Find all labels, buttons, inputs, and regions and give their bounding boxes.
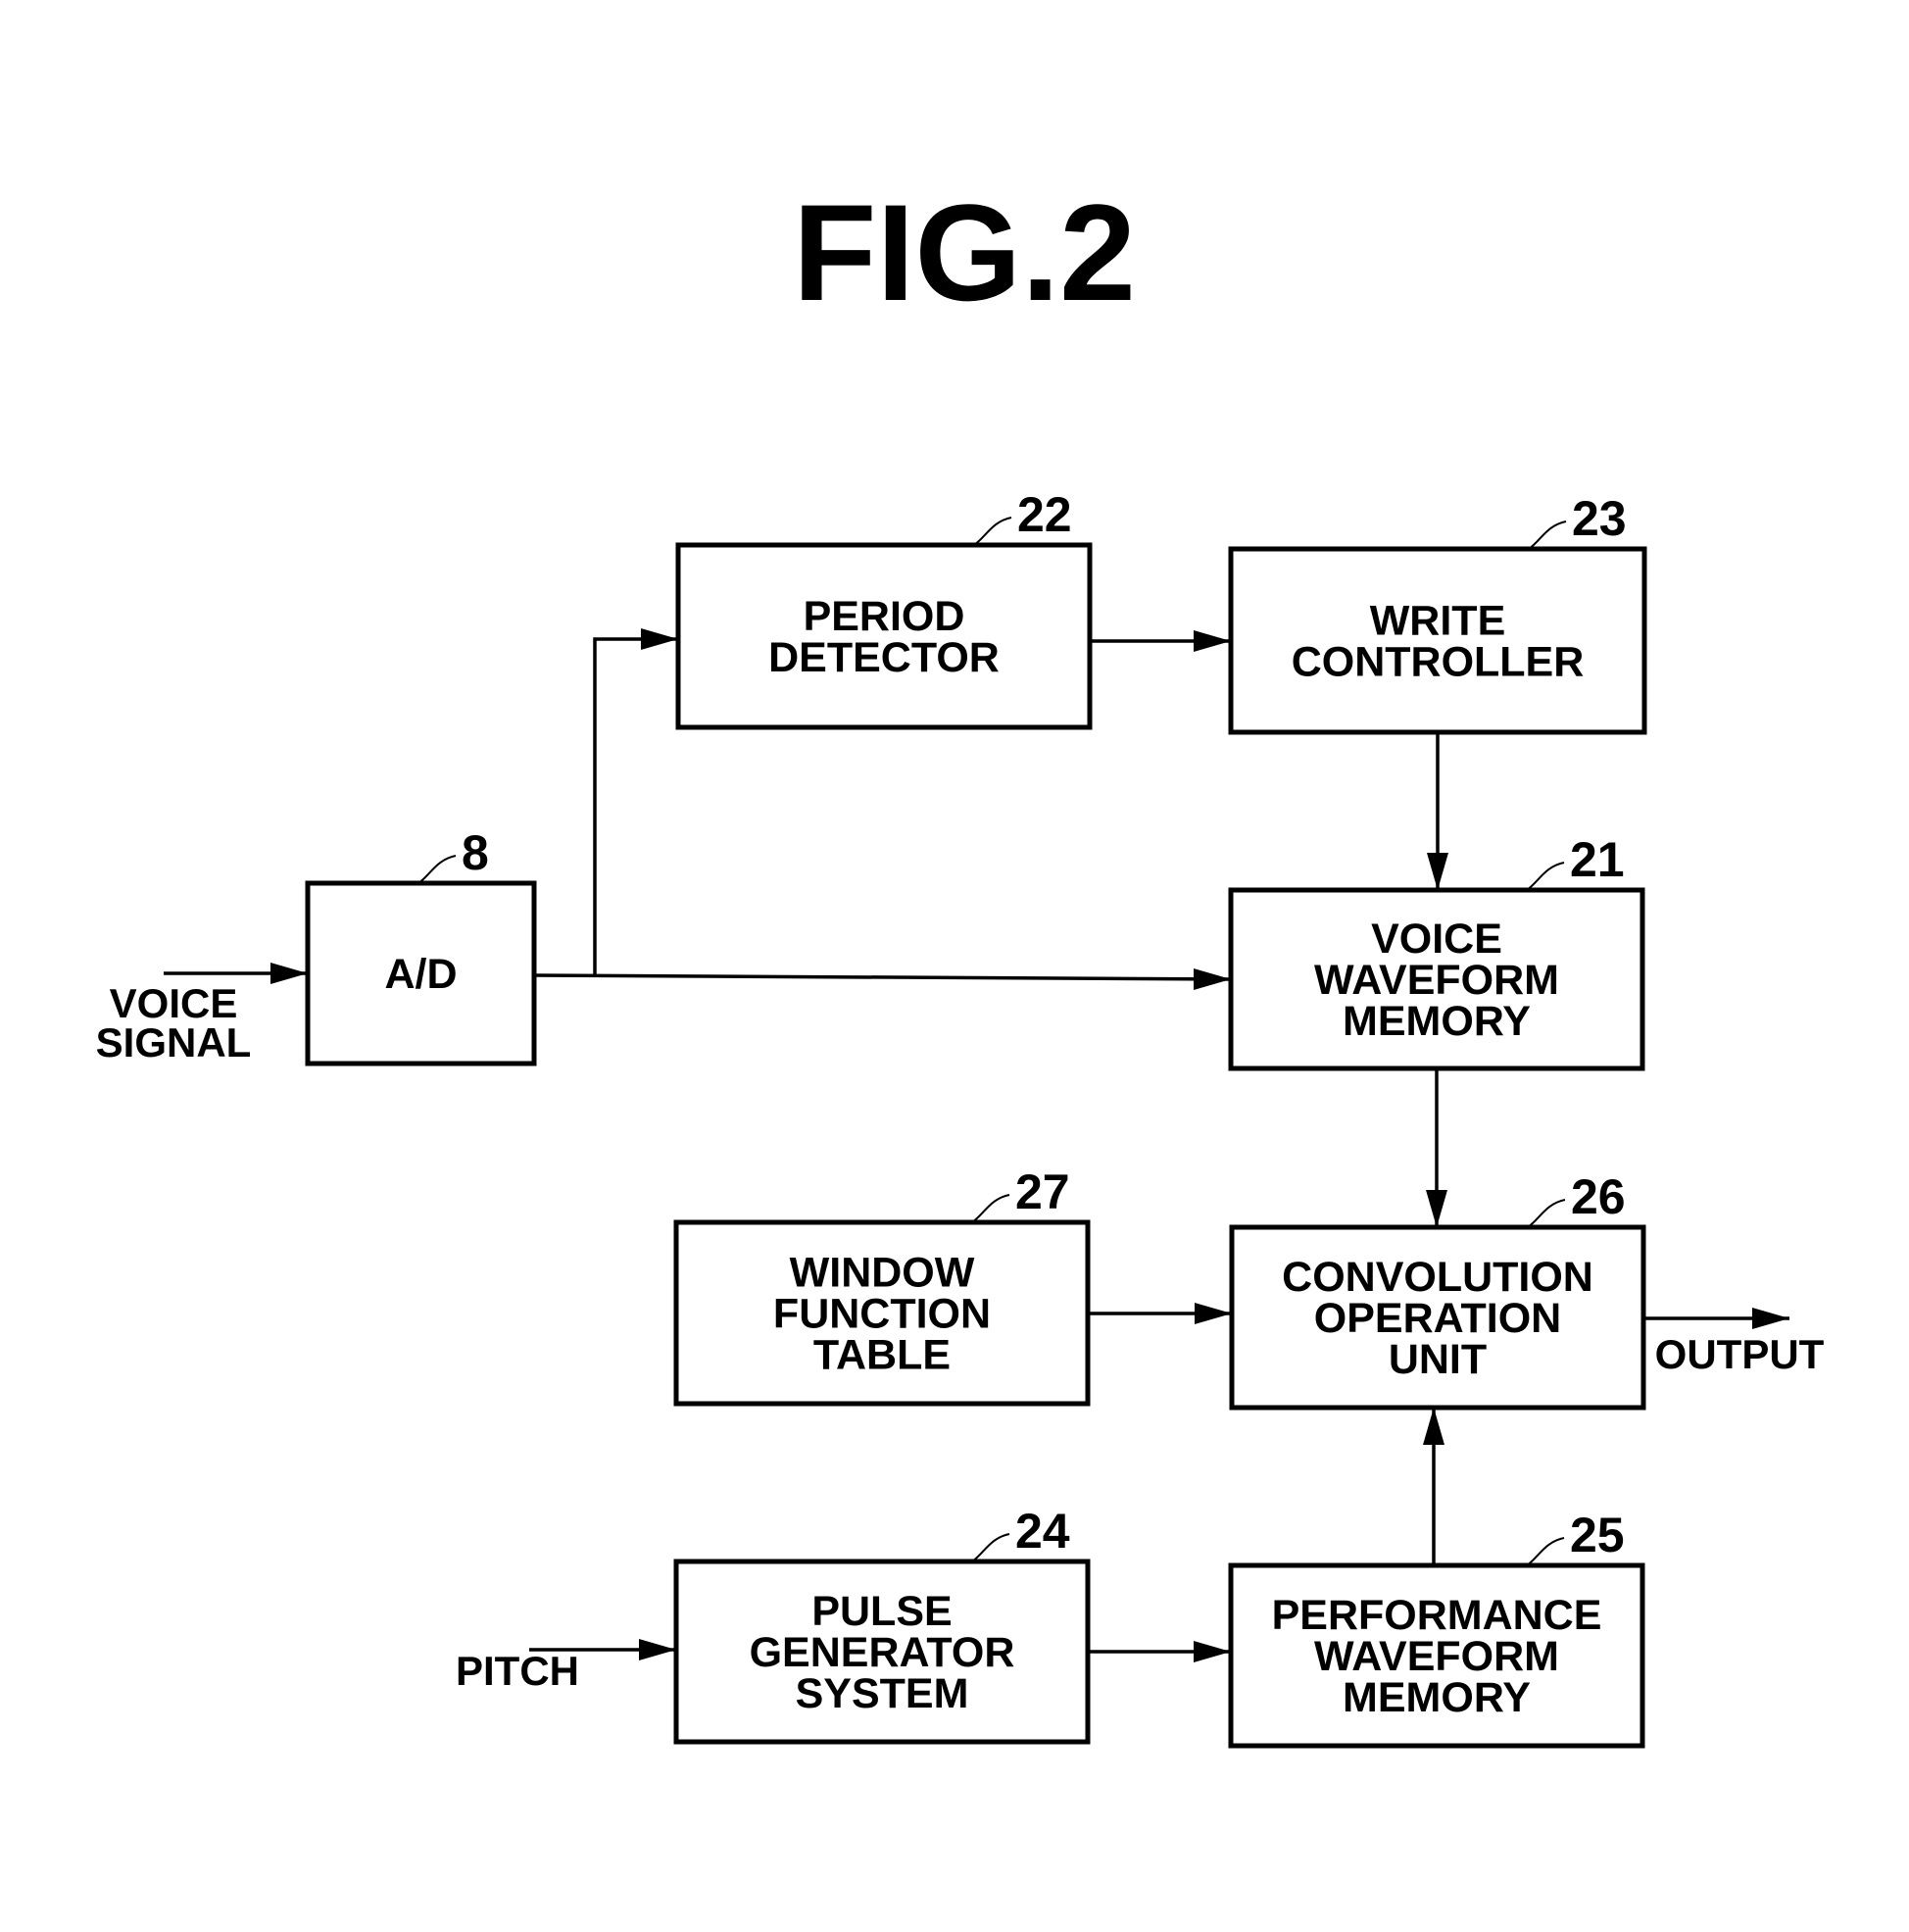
reference-number: 27: [1015, 1164, 1070, 1219]
reference-number: 22: [1017, 487, 1072, 542]
wire-ad-to-voice-waveform-memory: [533, 973, 1232, 981]
block-ad: A/D 8: [305, 825, 537, 1066]
blocks: A/D 8 PERIODDETECTOR 22 WRITECONTROLLER 23 VOI…: [305, 487, 1647, 1749]
arrowhead-into-convolution-top: [1426, 1190, 1447, 1227]
arrowhead-into-voice-waveform-memory-top: [1427, 853, 1448, 890]
block-label-line: WAVEFORM: [1314, 1633, 1559, 1680]
reference-leader: [971, 1533, 1010, 1562]
block-label-line: GENERATOR: [750, 1629, 1015, 1676]
block-label-line: MEMORY: [1343, 1674, 1531, 1721]
reference-leader: [1527, 1199, 1566, 1228]
block-label-line: TABLE: [813, 1332, 951, 1379]
block-pulse-generator-system: PULSEGENERATORSYSTEM 24: [673, 1504, 1091, 1745]
arrowhead-into-convolution-left: [1195, 1303, 1232, 1324]
block-label-line: PERFORMANCE: [1272, 1592, 1602, 1639]
block-write-controller: WRITECONTROLLER 23: [1228, 491, 1647, 735]
wire-ad-to-period-detector: [593, 637, 678, 975]
arrowhead-output: [1752, 1308, 1789, 1329]
reference-leader: [1528, 520, 1567, 550]
block-label-line: WAVEFORM: [1314, 957, 1559, 1004]
connections: [164, 628, 1789, 1662]
arrowhead-into-voice-waveform-memory: [1194, 968, 1231, 990]
block-label-line: A/D: [384, 951, 457, 998]
arrowhead-into-write-controller: [1194, 630, 1231, 652]
block-label-line: WRITE: [1370, 598, 1506, 645]
block-label-line: DETECTOR: [768, 634, 1000, 681]
block-label-line: MEMORY: [1343, 998, 1531, 1045]
io-label-pitch: PITCH: [456, 1648, 579, 1694]
block-performance-waveform-memory: PERFORMANCEWAVEFORMMEMORY 25: [1228, 1508, 1645, 1749]
block-label-line: VOICE: [1371, 916, 1502, 963]
block-label-line: SYSTEM: [796, 1670, 969, 1717]
arrowhead-into-performance-waveform-memory: [1194, 1641, 1231, 1662]
reference-number: 23: [1572, 491, 1627, 546]
io-label-line: SIGNAL: [96, 1019, 252, 1065]
io-label-line: OUTPUT: [1655, 1331, 1825, 1377]
reference-number: 25: [1570, 1508, 1625, 1562]
block-label-line: CONVOLUTION: [1282, 1254, 1593, 1301]
reference-leader: [971, 1194, 1010, 1223]
arrowhead-into-pulse-generator: [639, 1639, 676, 1660]
arrowhead-into-convolution-bottom: [1423, 1408, 1444, 1445]
reference-leader: [973, 517, 1012, 546]
figure-title: FIG.2: [793, 175, 1136, 329]
block-label-line: PERIOD: [804, 593, 965, 640]
block-label-line: FUNCTION: [773, 1291, 991, 1338]
io-label-voice-signal: VOICESIGNAL: [96, 980, 252, 1065]
block-diagram: FIG.2 A/D 8 PERIODDETECTOR 22 WRITECONTROLLE…: [96, 175, 1825, 1749]
io-label-line: PITCH: [456, 1648, 579, 1694]
block-label-line: WINDOW: [790, 1250, 975, 1297]
block-window-function-table: WINDOWFUNCTIONTABLE 27: [673, 1164, 1091, 1407]
block-label-line: UNIT: [1389, 1336, 1487, 1383]
block-label-line: OPERATION: [1314, 1295, 1561, 1342]
reference-number: 26: [1571, 1169, 1626, 1224]
arrowhead-into-ad: [270, 963, 308, 984]
block-label-line: CONTROLLER: [1292, 639, 1585, 686]
reference-number: 24: [1015, 1504, 1070, 1559]
reference-leader: [1526, 862, 1565, 891]
reference-number: 21: [1570, 832, 1625, 887]
reference-leader: [1526, 1537, 1565, 1566]
io-label-output: OUTPUT: [1655, 1331, 1825, 1377]
block-period-detector: PERIODDETECTOR 22: [675, 487, 1093, 730]
arrowhead-into-period-detector: [641, 628, 678, 650]
reference-number: 8: [462, 825, 489, 880]
block-label-line: PULSE: [811, 1588, 952, 1635]
reference-leader: [417, 855, 457, 884]
